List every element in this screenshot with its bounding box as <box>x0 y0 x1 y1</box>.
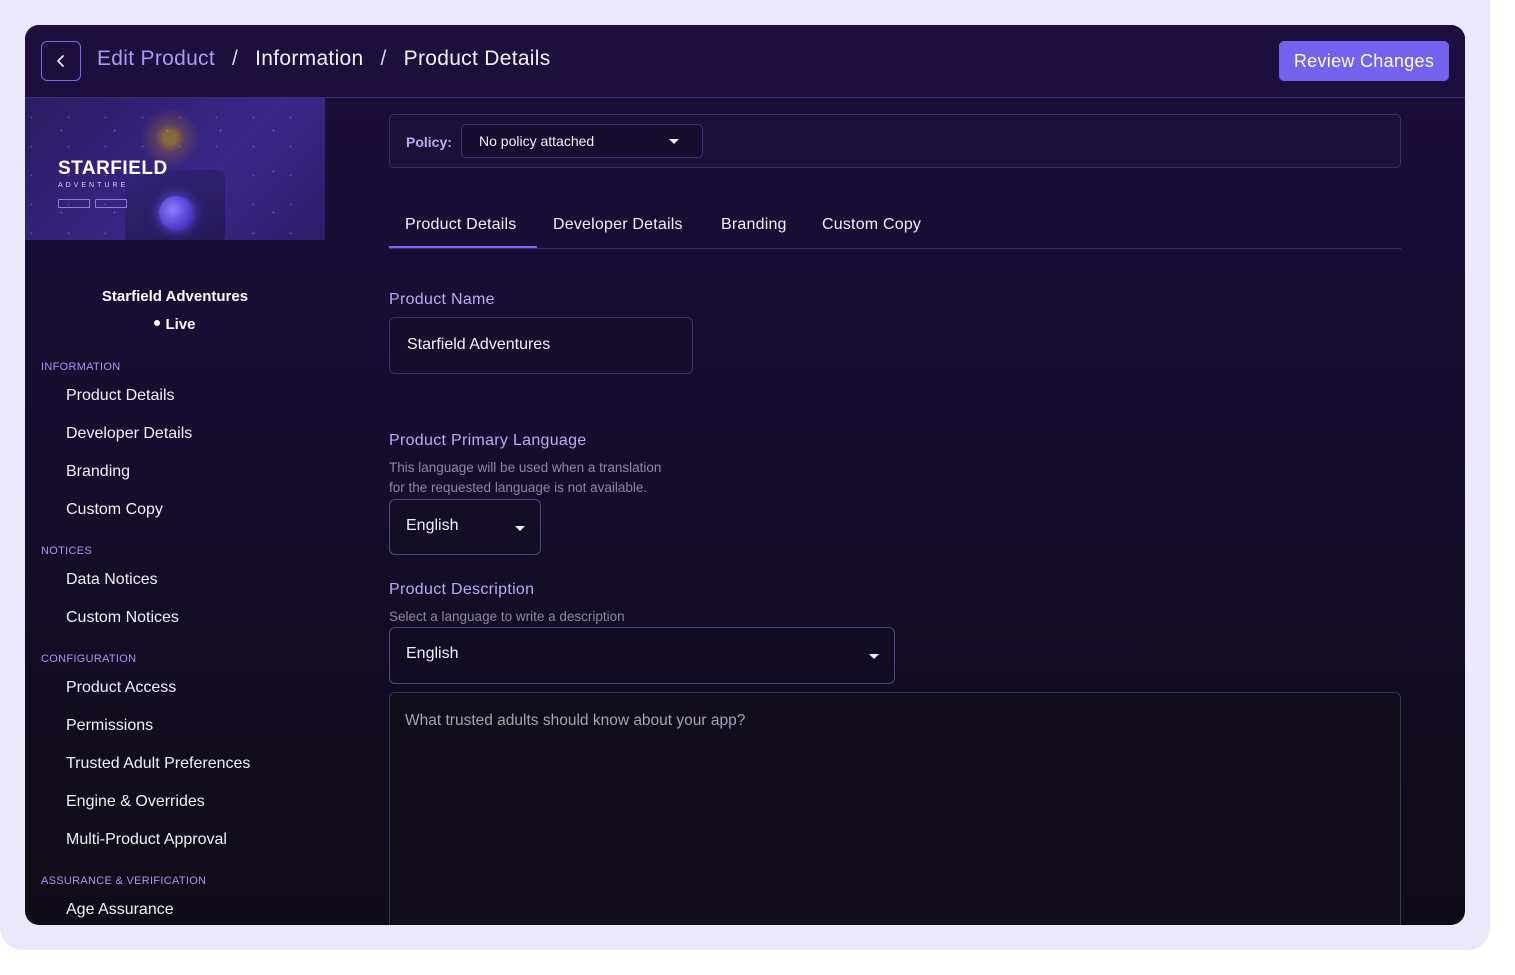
app-window: Edit Product / Information / Product Det… <box>25 25 1465 925</box>
policy-select[interactable]: No policy attached <box>461 124 703 158</box>
back-button[interactable] <box>41 41 81 81</box>
primary-language-value: English <box>406 517 459 534</box>
policy-label: Policy: <box>406 134 452 150</box>
sidebar-item-data-notices[interactable]: Data Notices <box>66 571 158 589</box>
status-dot-icon <box>154 320 161 327</box>
nav-section-notices: NOTICES <box>41 545 92 557</box>
status-badge: Live <box>25 316 325 333</box>
sidebar-item-custom-notices[interactable]: Custom Notices <box>66 609 179 627</box>
product-name-input[interactable]: Starfield Adventures <box>389 317 693 374</box>
breadcrumb-edit-product[interactable]: Edit Product <box>97 47 215 71</box>
product-banner-image: STARFIELD ADVENTURE <box>25 98 325 240</box>
sidebar-item-custom-copy[interactable]: Custom Copy <box>66 501 163 519</box>
sidebar-item-product-details[interactable]: Product Details <box>66 387 175 405</box>
top-header: Edit Product / Information / Product Det… <box>25 25 1465 98</box>
description-language-select[interactable]: English <box>389 627 895 684</box>
description-textarea[interactable]: What trusted adults should know about yo… <box>389 692 1401 925</box>
banner-button-shape <box>95 199 127 208</box>
breadcrumb-separator: / <box>380 47 387 70</box>
banner-subtitle: ADVENTURE <box>58 182 129 189</box>
breadcrumb-information[interactable]: Information <box>255 47 363 71</box>
banner-button-shape <box>58 199 90 208</box>
nav-section-configuration: CONFIGURATION <box>41 653 137 665</box>
active-tab-indicator <box>389 246 537 248</box>
primary-language-select[interactable]: English <box>389 499 541 555</box>
primary-language-help-line-1: This language will be used when a transl… <box>389 460 662 475</box>
tab-developer-details[interactable]: Developer Details <box>553 216 683 234</box>
policy-bar: Policy: No policy attached <box>389 114 1401 168</box>
sidebar-item-engine-overrides[interactable]: Engine & Overrides <box>66 793 205 811</box>
description-language-value: English <box>406 645 459 662</box>
sidebar-item-permissions[interactable]: Permissions <box>66 717 153 735</box>
primary-language-label: Product Primary Language <box>389 432 587 449</box>
review-changes-button[interactable]: Review Changes <box>1279 41 1449 81</box>
product-name-label: Product Name <box>389 291 495 308</box>
caret-down-icon <box>669 139 679 144</box>
caret-down-icon <box>515 526 525 531</box>
nav-section-information: INFORMATION <box>41 361 121 373</box>
sidebar-item-product-access[interactable]: Product Access <box>66 679 176 697</box>
sidebar-item-developer-details[interactable]: Developer Details <box>66 425 192 443</box>
sidebar-item-multi-product-approval[interactable]: Multi-Product Approval <box>66 831 227 849</box>
sidebar: STARFIELD ADVENTURE Starfield Adventures… <box>25 98 350 925</box>
banner-title: STARFIELD <box>58 158 168 179</box>
breadcrumb-product-details: Product Details <box>403 47 551 70</box>
description-label: Product Description <box>389 581 535 598</box>
tab-branding[interactable]: Branding <box>721 216 787 234</box>
caret-down-icon <box>869 654 879 659</box>
tab-bar: Product Details Developer Details Brandi… <box>389 200 1401 249</box>
sidebar-item-age-assurance[interactable]: Age Assurance <box>66 901 174 919</box>
nav-section-assurance-verification: ASSURANCE & VERIFICATION <box>41 875 207 887</box>
breadcrumb: Edit Product / Information / Product Det… <box>97 47 551 71</box>
planet-icon <box>159 196 193 230</box>
sidebar-item-branding[interactable]: Branding <box>66 463 130 481</box>
policy-select-value: No policy attached <box>479 133 595 149</box>
primary-language-help-line-2: for the requested language is not availa… <box>389 480 648 495</box>
description-placeholder: What trusted adults should know about yo… <box>405 712 746 729</box>
chevron-left-icon <box>57 55 64 67</box>
tab-custom-copy[interactable]: Custom Copy <box>822 216 921 234</box>
product-name-value: Starfield Adventures <box>407 336 551 353</box>
sidebar-item-trusted-adult-preferences[interactable]: Trusted Adult Preferences <box>66 755 250 773</box>
product-name-title: Starfield Adventures <box>101 288 249 305</box>
description-help: Select a language to write a description <box>389 609 625 624</box>
status-label: Live <box>165 316 196 333</box>
breadcrumb-separator: / <box>232 47 239 70</box>
tab-product-details[interactable]: Product Details <box>405 216 517 234</box>
